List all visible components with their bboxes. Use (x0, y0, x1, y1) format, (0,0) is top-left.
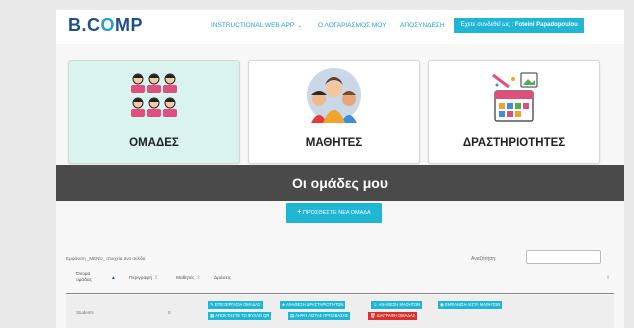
column-header-actions: Δράσεις (214, 276, 232, 281)
assign-activities-button[interactable]: ♣ΑΝΑΘΕΣΗ ΔΡΑΣΤΗΡΙΟΤΗΤΩΝ (280, 301, 346, 309)
plus-icon: + (297, 209, 302, 216)
list-icon: ▤ (290, 313, 295, 318)
sort-up-icon: ▲ (111, 276, 116, 281)
column-header-name-label: Όνομα ομάδας (76, 272, 92, 283)
nav-app-dropdown[interactable]: INSTRUCTIONAL WEB APP ⌄ (211, 22, 302, 29)
nav-logout[interactable]: ΑΠΟΣΥΝΔΕΣΗ (400, 22, 445, 29)
activities-icon (487, 71, 541, 128)
navbar: B.COMP INSTRUCTIONAL WEB APP ⌄ Ο ΛΟΓΑΡΙΑΣ… (56, 10, 624, 44)
add-group-button[interactable]: + ΠΡΟΣΘΕΣΤΕ ΝΕΑ ΟΜΑΔΑ (286, 203, 382, 223)
table-header: Όνομα ομάδας ▲ Περιγραφή ⇕ Μαθητές ⇕ Δράσε… (66, 268, 614, 294)
group-students-cell: 0 (168, 310, 171, 315)
sort-icon: ⇕ (154, 276, 159, 281)
logged-in-badge: Έχετε συνδεθεί ως : Foteini Papadopoulou (454, 18, 584, 33)
card-groups-label: ΟΜΑΔΕΣ (129, 137, 179, 149)
column-header-students[interactable]: Μαθητές ⇕ (176, 276, 200, 281)
users-icon: ☺ (373, 302, 378, 307)
logo-text-prefix: B.C (68, 15, 101, 35)
card-activities-label: ΔΡΑΣΤΗΡΙΟΤΗΤΕΣ (462, 137, 566, 149)
edit-group-button[interactable]: ✎ΕΠΕΞΕΡΓΑΣΙΑ ΟΜΑΔΑΣ (208, 301, 263, 309)
students-icon (305, 67, 363, 128)
edit-icon: ✎ (210, 302, 214, 307)
nav-app-label: INSTRUCTIONAL WEB APP (211, 22, 295, 29)
download-access-list-label: ΛΗΨΗ ΛΙΣΤΑΣ ΠΡΟΣΒΑΣΗΣ (295, 313, 349, 318)
logo[interactable]: B.COMP (68, 15, 143, 36)
column-header-name[interactable]: Όνομα ομάδας (76, 272, 100, 284)
add-group-label: ΠΡΟΣΘΕΣΤΕ ΝΕΑ ΟΜΑΔΑ (303, 210, 371, 216)
login-user: Foteini Papadopoulou (514, 22, 578, 28)
activities-small-icon: ♣ (282, 302, 285, 307)
card-activities[interactable]: ΔΡΑΣΤΗΡΙΟΤΗΤΕΣ (428, 60, 600, 164)
table-row: Students 0 ✎ΕΠΕΞΕΡΓΑΣΙΑ ΟΜΑΔΑΣ ♣ΑΝΑΘΕΣΗ … (66, 295, 614, 328)
group-name-cell: Students (76, 310, 94, 315)
page: B.COMP INSTRUCTIONAL WEB APP ⌄ Ο ΛΟΓΑΡΙΑΣ… (56, 10, 624, 328)
assign-students-label: ΑΝΑΘΕΣΗ ΜΑΘΗΤΩΝ (378, 302, 421, 307)
trash-icon: 🗑 (370, 313, 376, 318)
logo-text-suffix: MP (115, 15, 144, 35)
logo-text-o: O (100, 15, 116, 35)
sort-icon: ⇕ (196, 276, 201, 281)
assign-students-button[interactable]: ☺ΑΝΑΘΕΣΗ ΜΑΘΗΤΩΝ (371, 301, 423, 309)
card-students-label: ΜΑΘΗΤΕΣ (305, 137, 363, 149)
column-header-description-label: Περιγραφή (129, 276, 153, 281)
get-qr-sheet-label: ΑΠΟΚΤΗΣΤΕ ΤΟ ΦΥΛΛΟ QR (215, 313, 270, 318)
card-students[interactable]: ΜΑΘΗΤΕΣ (248, 60, 420, 164)
page-title: Οι ομάδες μου (292, 175, 388, 191)
search-label: Αναζήτηση: (471, 256, 497, 262)
login-prefix: Έχετε συνδεθεί ως : (460, 22, 514, 28)
column-header-description[interactable]: Περιγραφή ⇕ (129, 276, 158, 281)
page-length-text: Εμφάνιση _MENU_ στοιχεία ανα σελίδα (66, 256, 146, 261)
download-access-list-button[interactable]: ▤ΛΗΨΗ ΛΙΣΤΑΣ ΠΡΟΣΒΑΣΗΣ (288, 312, 351, 320)
show-students-list-label: ΕΜΦΑΝΙΣΗ ΛΙΣΤΑ ΜΑΘΗΤΩΝ (444, 302, 501, 307)
card-groups[interactable]: ΟΜΑΔΕΣ (68, 60, 240, 164)
nav-account[interactable]: Ο ΛΟΓΑΡΙΑΣΜΟΣ ΜΟΥ (318, 22, 386, 29)
sort-icon: ⇕ (606, 276, 611, 281)
qr-icon: ▦ (210, 313, 215, 318)
browser-frame: B.COMP INSTRUCTIONAL WEB APP ⌄ Ο ΛΟΓΑΡΙΑΣ… (0, 0, 634, 328)
edit-group-label: ΕΠΕΞΕΡΓΑΣΙΑ ΟΜΑΔΑΣ (214, 302, 261, 307)
get-qr-sheet-button[interactable]: ▦ΑΠΟΚΤΗΣΤΕ ΤΟ ΦΥΛΛΟ QR (208, 312, 272, 320)
search-input[interactable] (526, 250, 601, 264)
assign-activities-label: ΑΝΑΘΕΣΗ ΔΡΑΣΤΗΡΙΟΤΗΤΩΝ (285, 302, 344, 307)
delete-group-button[interactable]: 🗑ΔΙΑΓΡΑΦΗ ΟΜΑΔΑΣ (368, 312, 418, 320)
column-header-students-label: Μαθητές (176, 276, 195, 281)
group-icon (128, 71, 180, 124)
show-students-list-button[interactable]: ◉ΕΜΦΑΝΙΣΗ ΛΙΣΤΑ ΜΑΘΗΤΩΝ (438, 301, 503, 309)
section-header: Οι ομάδες μου (56, 165, 624, 201)
eye-icon: ◉ (440, 302, 444, 307)
delete-group-label: ΔΙΑΓΡΑΦΗ ΟΜΑΔΑΣ (376, 313, 416, 318)
chevron-down-icon: ⌄ (297, 23, 303, 29)
